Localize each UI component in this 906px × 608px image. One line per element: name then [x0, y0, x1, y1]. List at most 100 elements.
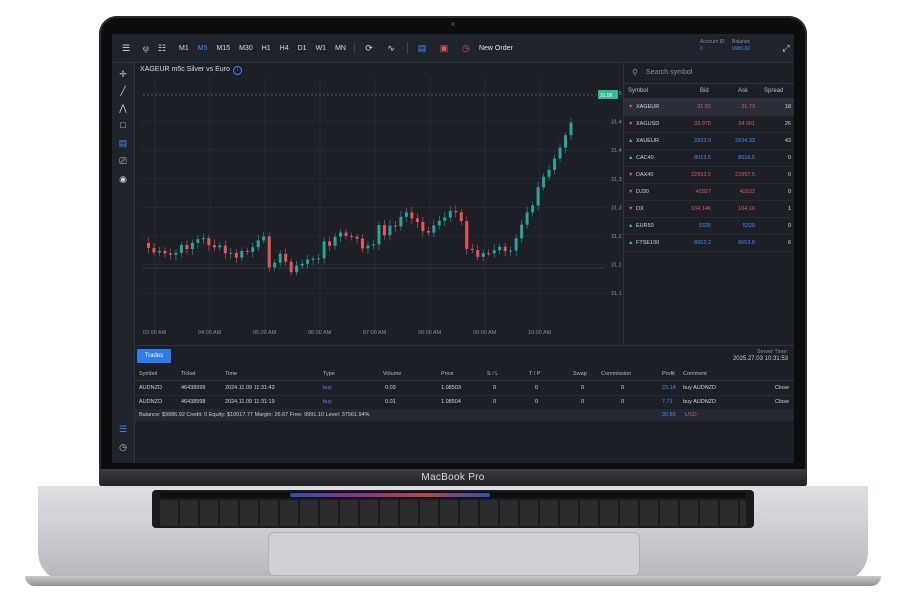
candle — [295, 265, 299, 273]
watchlist-row[interactable]: ▲ CAC40 8013.5 8016.5 0 — [624, 150, 794, 167]
candle — [339, 232, 343, 237]
trade-swap: 0 — [581, 385, 585, 391]
candle — [393, 225, 397, 227]
watchlist-row[interactable]: ▼ XAGUSD 33.975 34.001 26 — [624, 116, 794, 133]
candle — [437, 220, 441, 226]
trade-sl: 0 — [493, 385, 497, 391]
new-order-button[interactable]: New Order — [479, 45, 513, 52]
candle — [201, 238, 205, 240]
watchlist-row[interactable]: ▼ DAX40 22893.5 22897.5 0 — [624, 167, 794, 184]
candle — [558, 147, 562, 159]
close-trade-button[interactable]: Close — [775, 385, 789, 391]
fib-tool-icon[interactable]: ▤ — [116, 137, 130, 149]
trend-arrow-icon: ▼ — [628, 121, 634, 127]
candle — [300, 263, 304, 266]
candle — [481, 253, 485, 257]
watch-spread: 0 — [787, 223, 791, 229]
watchlist-row[interactable]: ▲ EUR50 5326 5329 0 — [624, 218, 794, 235]
keys — [160, 500, 746, 526]
watch-bid: 42827 — [695, 189, 711, 195]
candle — [366, 245, 370, 249]
candles-icon[interactable]: ⍹ — [138, 40, 154, 56]
x-tick-label: 08:00 AM — [418, 330, 442, 336]
template-icon[interactable]: ▣ — [436, 40, 452, 56]
search-input[interactable]: Search symbol — [646, 69, 692, 76]
trade-profit: 7.71 — [662, 399, 673, 405]
timeframe-m15[interactable]: M15 — [216, 45, 230, 52]
symbol-search[interactable]: ⚲ Search symbol — [624, 63, 794, 84]
y-tick-label: 31.200 — [611, 263, 622, 269]
candle — [470, 248, 474, 250]
watch-bid: 104.146 — [691, 206, 711, 212]
candle — [174, 252, 178, 255]
trade-price: 1.08504 — [441, 399, 461, 405]
watchlist-row[interactable]: ▼ DJ30 42827 42832 0 — [624, 184, 794, 201]
x-tick-label: 06:00 AM — [308, 330, 332, 336]
pitchfork-tool-icon[interactable]: ⋀ — [116, 102, 130, 114]
candle — [234, 252, 238, 258]
fullscreen-icon[interactable]: ⤢ — [778, 40, 794, 56]
candle — [432, 225, 436, 233]
trendline-tool-icon[interactable]: ╱ — [116, 85, 130, 97]
trade-type: buy — [323, 385, 332, 391]
list-icon[interactable]: ☰ — [116, 423, 130, 435]
tab-trades[interactable]: Trades — [137, 349, 171, 363]
trade-swap: 0 — [581, 399, 585, 405]
watch-symbol: DJ30 — [636, 189, 649, 195]
text-tool-icon[interactable]: ⎚ — [116, 155, 130, 167]
candle — [448, 210, 452, 218]
candle — [536, 187, 540, 206]
timeframe-d1[interactable]: D1 — [298, 45, 307, 52]
candle — [553, 158, 557, 170]
rectangle-tool-icon[interactable]: □ — [116, 119, 130, 131]
trade-price: 1.08503 — [441, 385, 461, 391]
crosshair-icon[interactable]: ⟳ — [361, 40, 377, 56]
x-tick-label: 05:00 AM — [253, 330, 277, 336]
clock-icon[interactable]: ◷ — [458, 40, 474, 56]
watch-bid: 8013.5 — [694, 155, 711, 161]
x-tick-label: 10:00 AM — [528, 330, 552, 336]
watchlist-row[interactable]: ▲ FTSE100 8652.2 8653.8 6 — [624, 235, 794, 252]
timeframe-m5[interactable]: M5 — [198, 45, 208, 52]
trade-symbol: AUDNZD — [139, 399, 162, 405]
watch-spread: 26 — [784, 121, 791, 127]
timeframe-m1[interactable]: M1 — [179, 45, 189, 52]
trade-row[interactable]: AUDNZD 46438999 2024.11.09 11:31:43 buy 0.03… — [135, 382, 794, 396]
candle — [278, 253, 282, 263]
candle — [547, 169, 551, 177]
timeframe-mn[interactable]: MN — [335, 45, 346, 52]
x-tick-label: 09:00 AM — [473, 330, 497, 336]
trade-row[interactable]: AUDNZD 46438998 2024.11.09 11:31:19 buy 0.01… — [135, 396, 794, 410]
timeframe-h4[interactable]: H4 — [280, 45, 289, 52]
timeframe-m30[interactable]: M30 — [239, 45, 253, 52]
chart-svg: 31.5031.45031.40031.35031.30031.25031.20… — [143, 77, 622, 336]
bars-icon[interactable]: ☷ — [154, 40, 170, 56]
timeframe-w1[interactable]: W1 — [316, 45, 327, 52]
watch-bid: 31.55 — [697, 104, 711, 110]
watchlist-row[interactable]: ▼ DX 104.146 104.16 1 — [624, 201, 794, 218]
candle — [229, 252, 233, 254]
candle — [289, 261, 293, 273]
candle — [245, 250, 249, 252]
candle — [179, 244, 183, 253]
indicators-icon[interactable]: ∿ — [383, 40, 399, 56]
eye-icon[interactable]: ◉ — [116, 173, 130, 185]
watch-spread: 43 — [784, 138, 791, 144]
price-chart[interactable]: XAGEUR m5c Silver vs Euroi 31.5031.45031… — [135, 63, 622, 344]
history-icon[interactable]: ◷ — [116, 441, 130, 453]
candle — [311, 258, 315, 260]
trade-time: 2024.11.09 11:31:43 — [225, 385, 275, 391]
close-trade-button[interactable]: Close — [775, 399, 789, 405]
timeframe-h1[interactable]: H1 — [262, 45, 271, 52]
candle — [492, 250, 496, 254]
candle — [333, 236, 337, 246]
menu-icon[interactable]: ☰ — [118, 40, 134, 56]
watch-bid: 33.975 — [694, 121, 711, 127]
y-tick-label: 31.150 — [611, 291, 622, 297]
candle — [284, 253, 288, 262]
watchlist-row[interactable]: ▼ XAGEUR 31.55 31.73 18 — [624, 99, 794, 116]
watchlist-row[interactable]: ▲ XAUEUR 2833.9 2834.33 43 — [624, 133, 794, 150]
crosshair-tool-icon[interactable]: ✛ — [116, 68, 130, 80]
trend-arrow-icon: ▼ — [628, 206, 634, 212]
notes-icon[interactable]: ▤ — [414, 40, 430, 56]
